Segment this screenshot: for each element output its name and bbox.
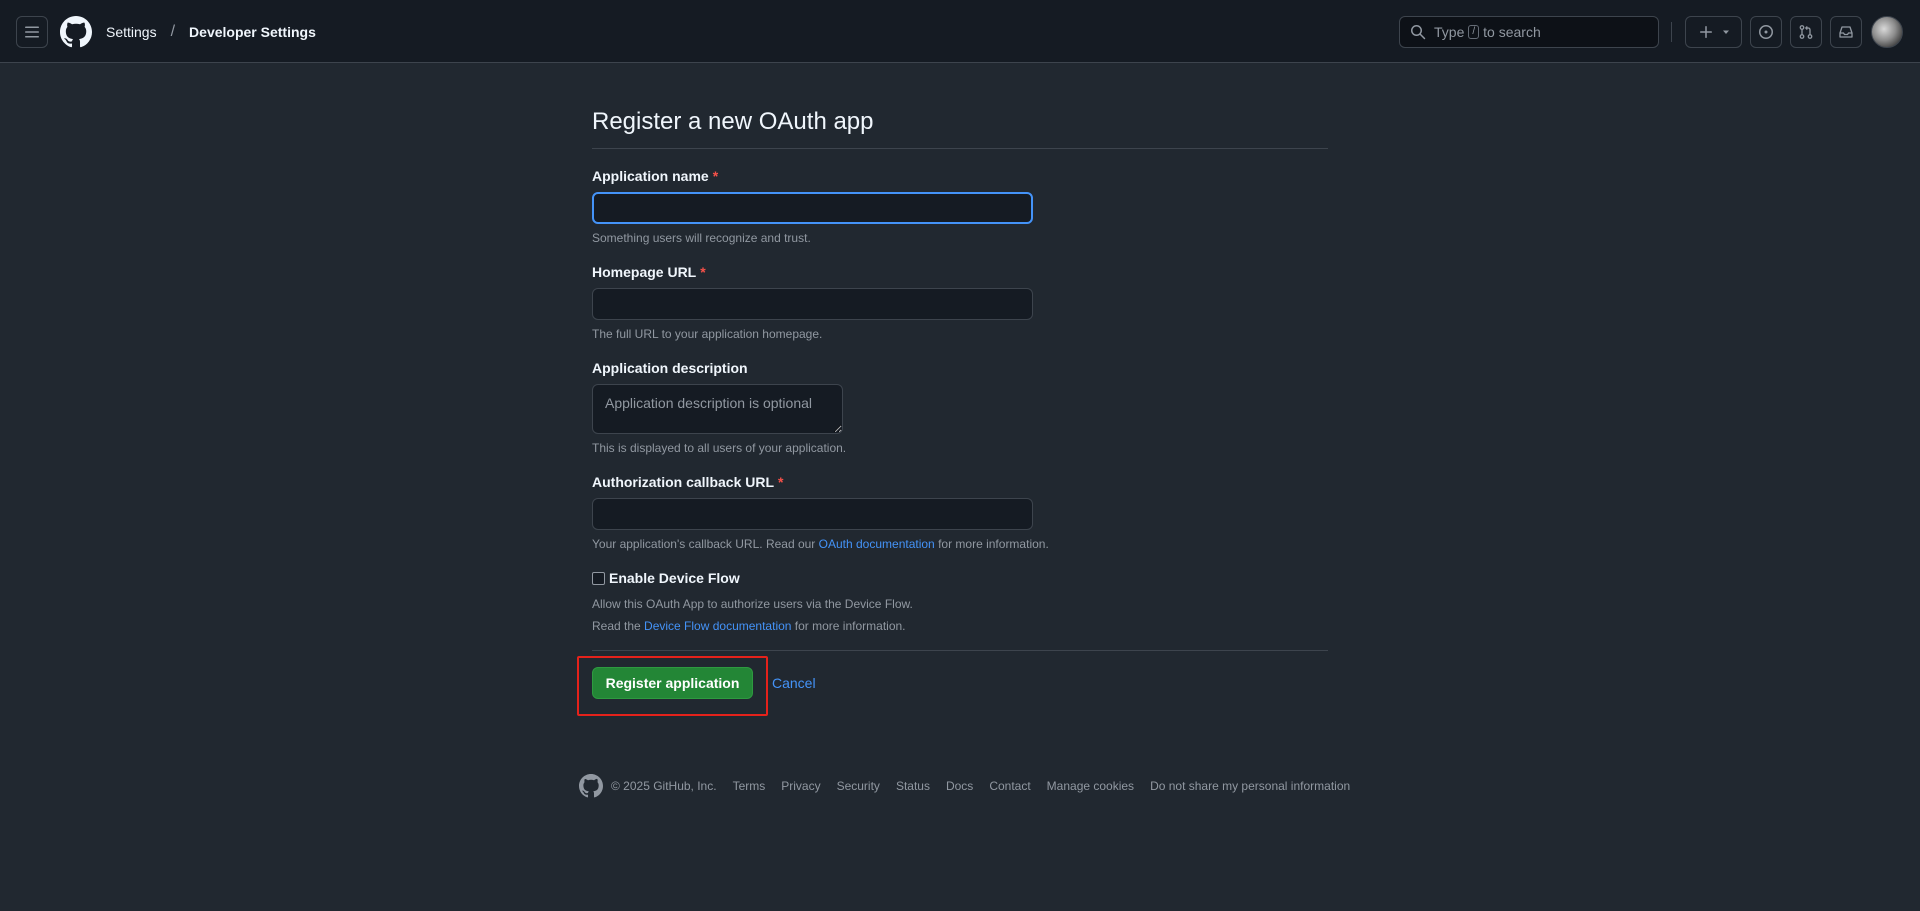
required-marker: * <box>778 474 784 490</box>
application-name-hint: Something users will recognize and trust… <box>592 231 811 245</box>
menu-button[interactable] <box>16 16 48 48</box>
footer-link-status[interactable]: Status <box>896 779 930 793</box>
search-input[interactable]: Type / to search <box>1399 16 1659 48</box>
homepage-url-label: Homepage URL * <box>592 264 706 280</box>
footer-copyright: © 2025 GitHub, Inc. <box>611 779 717 793</box>
callback-hint-suffix: for more information. <box>938 537 1049 551</box>
pull-request-icon <box>1799 25 1813 39</box>
callback-url-hint: Your application's callback URL. Read ou… <box>592 537 1049 551</box>
required-marker: * <box>712 168 719 184</box>
homepage-url-input[interactable] <box>592 288 1033 320</box>
application-name-label: Application name * <box>592 168 718 184</box>
application-description-textarea[interactable] <box>592 384 843 434</box>
application-name-label-text: Application name <box>592 168 709 184</box>
search-placeholder-prefix: Type <box>1434 24 1465 40</box>
device-flow-row: Enable Device Flow <box>592 570 740 586</box>
enable-device-flow-label[interactable]: Enable Device Flow <box>609 570 740 586</box>
header-divider <box>1671 22 1672 42</box>
search-icon <box>1411 25 1426 40</box>
application-name-input[interactable] <box>592 192 1033 224</box>
callback-url-label: Authorization callback URL * <box>592 474 783 490</box>
homepage-url-label-text: Homepage URL <box>592 264 697 280</box>
enable-device-flow-checkbox[interactable] <box>592 571 605 585</box>
github-logo-icon <box>60 16 92 48</box>
issue-icon <box>1759 25 1773 39</box>
page-title: Register a new OAuth app <box>592 108 1328 149</box>
breadcrumb-developer-settings-link[interactable]: Developer Settings <box>189 24 316 40</box>
user-avatar[interactable] <box>1871 16 1903 48</box>
device-flow-documentation-link[interactable]: Device Flow documentation <box>644 619 791 633</box>
footer-link-privacy[interactable]: Privacy <box>781 779 820 793</box>
callback-url-input[interactable] <box>592 498 1033 530</box>
application-description-hint: This is displayed to all users of your a… <box>592 441 847 455</box>
github-logo-icon <box>579 774 603 798</box>
application-description-label-text: Application description <box>592 360 748 376</box>
footer: © 2025 GitHub, Inc. Terms Privacy Securi… <box>579 774 1366 798</box>
footer-link-security[interactable]: Security <box>837 779 880 793</box>
github-home-link[interactable] <box>60 16 92 48</box>
global-header: Settings / Developer Settings Type / to … <box>0 0 1920 63</box>
hamburger-icon <box>25 26 39 38</box>
device-flow-docs-prefix: Read the <box>592 619 641 633</box>
breadcrumb-separator: / <box>170 23 176 40</box>
footer-link-terms[interactable]: Terms <box>733 779 766 793</box>
device-flow-docs-suffix: for more information. <box>794 619 906 633</box>
inbox-icon <box>1839 26 1853 38</box>
footer-link-manage-cookies[interactable]: Manage cookies <box>1047 779 1134 793</box>
footer-link-docs[interactable]: Docs <box>946 779 973 793</box>
plus-icon <box>1699 26 1712 38</box>
breadcrumb-settings-link[interactable]: Settings <box>106 24 157 40</box>
triangle-down-icon <box>1722 30 1729 34</box>
callback-url-label-text: Authorization callback URL <box>592 474 775 490</box>
device-flow-docs-hint: Read the Device Flow documentation for m… <box>592 619 906 633</box>
form-divider <box>592 650 1328 651</box>
search-shortcut-key: / <box>1468 25 1480 39</box>
homepage-url-hint: The full URL to your application homepag… <box>592 327 823 341</box>
issues-button[interactable] <box>1750 16 1782 48</box>
required-marker: * <box>700 264 706 280</box>
create-new-button[interactable] <box>1685 16 1742 48</box>
inbox-button[interactable] <box>1830 16 1862 48</box>
pull-requests-button[interactable] <box>1790 16 1822 48</box>
footer-link-contact[interactable]: Contact <box>989 779 1030 793</box>
footer-link-do-not-share[interactable]: Do not share my personal information <box>1150 779 1350 793</box>
breadcrumb: Settings / Developer Settings <box>106 22 316 42</box>
application-description-label: Application description <box>592 360 748 376</box>
register-application-button[interactable]: Register application <box>592 667 753 699</box>
oauth-documentation-link[interactable]: OAuth documentation <box>819 537 935 551</box>
callback-hint-text: Your application's callback URL. Read ou… <box>592 537 816 551</box>
device-flow-hint: Allow this OAuth App to authorize users … <box>592 597 913 611</box>
search-placeholder-suffix: to search <box>1483 24 1541 40</box>
cancel-link[interactable]: Cancel <box>772 675 816 691</box>
